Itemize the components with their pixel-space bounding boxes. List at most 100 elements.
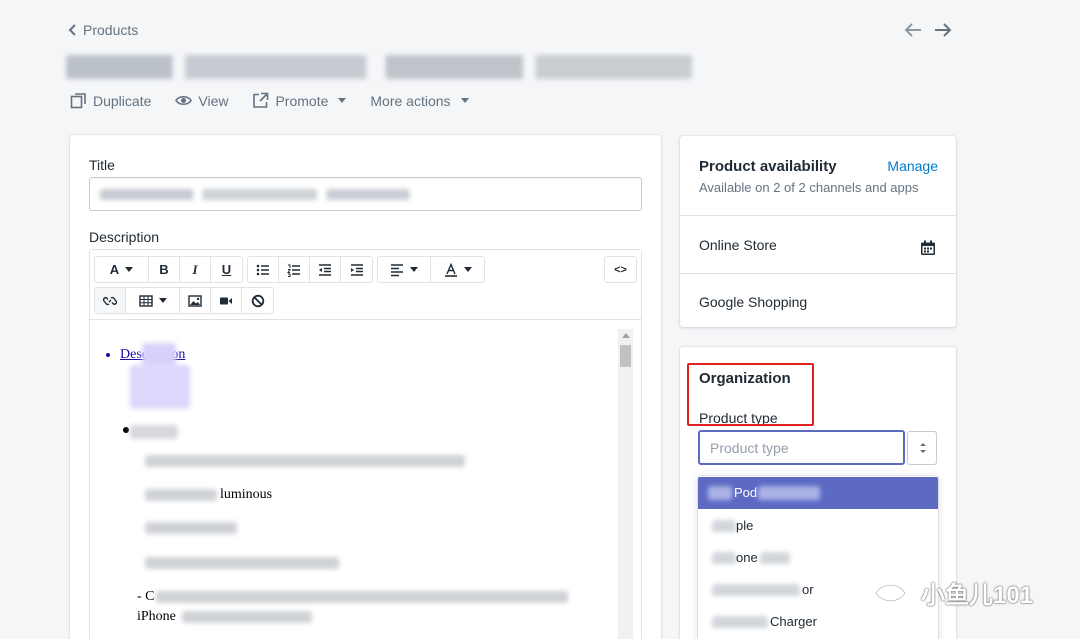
- bold-button[interactable]: B: [149, 257, 180, 282]
- toolbar-group-align: [377, 256, 485, 283]
- caret-down-icon: [460, 98, 469, 103]
- promote-button[interactable]: Promote: [252, 92, 347, 109]
- content-text: - C: [137, 589, 155, 604]
- table-icon: [138, 294, 153, 307]
- organization-title: Organization: [699, 370, 791, 387]
- redacted-text: [145, 557, 339, 569]
- caret-down-icon: [338, 98, 347, 103]
- eye-icon: [175, 95, 193, 106]
- redacted-text: [712, 552, 736, 564]
- dropdown-option[interactable]: Pod: [698, 477, 938, 509]
- duplicate-icon: [70, 93, 86, 109]
- list-bullet: [123, 427, 129, 433]
- code-view-label: <>: [614, 263, 627, 276]
- watermark: 小鱼儿101: [873, 575, 1033, 610]
- scroll-thumb[interactable]: [620, 345, 631, 367]
- clear-format-button[interactable]: [242, 288, 273, 313]
- product-type-input[interactable]: Product type: [698, 430, 905, 465]
- product-type-select-toggle[interactable]: [907, 431, 937, 465]
- code-view-button[interactable]: <>: [605, 257, 636, 282]
- redacted-image: [130, 365, 190, 409]
- redacted-text: [130, 425, 178, 439]
- duplicate-button[interactable]: Duplicate: [70, 92, 151, 109]
- video-camera-icon: [220, 297, 232, 304]
- availability-title: Product availability: [699, 158, 837, 175]
- editor-content[interactable]: Description luminous - C iPhone: [90, 321, 641, 639]
- chevron-left-icon: [68, 24, 76, 36]
- redacted-text: [760, 552, 790, 564]
- product-type-placeholder: Product type: [710, 440, 789, 456]
- channel-name: Online Store: [699, 237, 777, 253]
- editor-scrollbar[interactable]: [618, 329, 633, 639]
- outdent-button[interactable]: [310, 257, 341, 282]
- indent-icon: [350, 263, 363, 276]
- redacted-text: [145, 522, 237, 534]
- title-label: Title: [89, 157, 115, 173]
- text-color-button[interactable]: [431, 257, 484, 282]
- option-label: ple: [736, 518, 754, 533]
- product-availability-card: Product availability Manage Available on…: [680, 136, 956, 327]
- product-type-dropdown: Pod ple one or Charger: [698, 476, 938, 639]
- option-label: Pod: [734, 485, 758, 500]
- more-actions-button[interactable]: More actions: [370, 93, 469, 109]
- view-button[interactable]: View: [175, 92, 228, 109]
- image-icon: [188, 294, 202, 307]
- dropdown-option[interactable]: Charger: [698, 606, 938, 638]
- availability-subtitle: Available on 2 of 2 channels and apps: [699, 180, 919, 195]
- editor-toolbar: A B I U <>: [90, 250, 641, 320]
- toolbar-group-text: A B I U: [94, 256, 243, 283]
- option-label: or: [802, 582, 814, 597]
- bullet-list-button[interactable]: [248, 257, 279, 282]
- channel-name: Google Shopping: [699, 294, 808, 310]
- redacted-text: [145, 489, 217, 501]
- underline-label: U: [221, 262, 232, 277]
- numbered-list-button[interactable]: [279, 257, 310, 282]
- font-style-button[interactable]: A: [95, 257, 149, 282]
- promote-label: Promote: [275, 92, 329, 109]
- text-color-icon: [444, 262, 457, 277]
- video-button[interactable]: [211, 288, 242, 313]
- align-left-icon: [391, 263, 403, 276]
- page-actions: Duplicate View Promote More actions: [70, 92, 493, 109]
- channel-row-online-store[interactable]: Online Store: [680, 215, 956, 273]
- caret-down-icon: [463, 267, 472, 272]
- breadcrumb-products[interactable]: Products: [68, 22, 138, 38]
- toolbar-group-insert: [94, 287, 274, 314]
- product-pager: [904, 22, 952, 38]
- redacted-text: [712, 584, 800, 596]
- link-icon: [103, 296, 117, 305]
- channel-row-google-shopping[interactable]: Google Shopping: [680, 273, 956, 327]
- description-editor: A B I U <> • luminous - C iPhone: [89, 249, 642, 639]
- italic-label: I: [192, 261, 198, 277]
- external-link-icon: [253, 92, 269, 108]
- no-entry-icon: [251, 294, 264, 307]
- redacted-text: [712, 616, 768, 628]
- outdent-icon: [319, 263, 331, 276]
- calendar-icon[interactable]: [920, 240, 936, 256]
- image-button[interactable]: [180, 288, 211, 313]
- arrow-left-icon[interactable]: [904, 22, 922, 38]
- bullet-list-icon: [256, 264, 269, 275]
- underline-button[interactable]: U: [211, 257, 242, 282]
- select-arrows-icon: [920, 443, 926, 453]
- dropdown-option[interactable]: ple: [698, 510, 938, 542]
- option-label: one: [736, 550, 758, 565]
- italic-button[interactable]: I: [180, 257, 211, 282]
- dropdown-option[interactable]: one: [698, 542, 938, 574]
- link-button[interactable]: [95, 288, 126, 313]
- redacted-text: [758, 486, 820, 500]
- arrow-right-icon[interactable]: [934, 22, 952, 38]
- font-style-label: A: [109, 262, 120, 277]
- redacted-text: [156, 591, 568, 603]
- redacted-text: [712, 520, 736, 532]
- page-title-redacted: [66, 55, 692, 79]
- title-input[interactable]: [89, 177, 642, 211]
- indent-button[interactable]: [341, 257, 372, 282]
- align-button[interactable]: [378, 257, 431, 282]
- table-button[interactable]: [126, 288, 180, 313]
- manage-link[interactable]: Manage: [887, 158, 938, 174]
- toolbar-group-lists: [247, 256, 373, 283]
- view-label: View: [198, 92, 229, 109]
- numbered-list-icon: [287, 264, 300, 277]
- scroll-up-arrow-icon[interactable]: [621, 333, 630, 338]
